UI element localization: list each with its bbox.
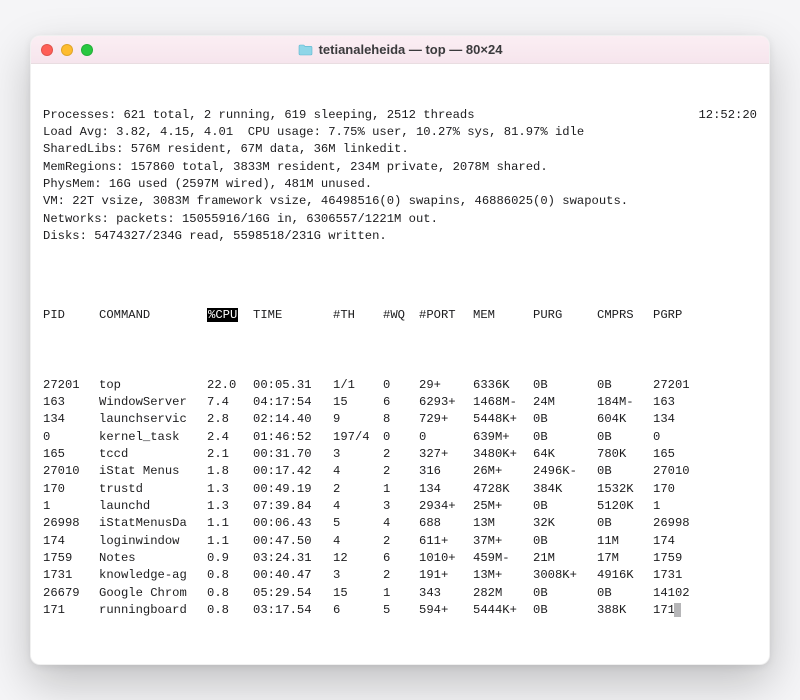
col-command: COMMAND bbox=[99, 307, 207, 324]
window-title-text: tetianaleheida — top — 80×24 bbox=[319, 42, 503, 57]
table-row: 171runningboard0.803:17.5465594+5444K+0B… bbox=[43, 602, 757, 619]
maximize-button[interactable] bbox=[81, 44, 93, 56]
table-header: PID COMMAND %CPU TIME #TH #WQ #PORT MEM … bbox=[43, 307, 757, 324]
table-row: 174loginwindow1.100:47.5042611+37M+0B11M… bbox=[43, 533, 757, 550]
clock: 12:52:20 bbox=[698, 107, 757, 124]
sort-indicator: %CPU bbox=[207, 308, 238, 322]
summary-line: SharedLibs: 576M resident, 67M data, 36M… bbox=[43, 141, 757, 158]
summary-line: Disks: 5474327/234G read, 5598518/231G w… bbox=[43, 228, 757, 245]
table-row: 1731knowledge-ag0.800:40.4732191+13M+300… bbox=[43, 567, 757, 584]
process-table: 27201top22.000:05.311/1029+6336K0B0B2720… bbox=[43, 377, 757, 620]
col-cpu: %CPU bbox=[207, 307, 253, 324]
window-title: tetianaleheida — top — 80×24 bbox=[31, 42, 769, 57]
summary-line: MemRegions: 157860 total, 3833M resident… bbox=[43, 159, 757, 176]
col-mem: MEM bbox=[473, 307, 533, 324]
minimize-button[interactable] bbox=[61, 44, 73, 56]
table-row: 27201top22.000:05.311/1029+6336K0B0B2720… bbox=[43, 377, 757, 394]
col-pid: PID bbox=[43, 307, 99, 324]
table-row: 26998iStatMenusDa1.100:06.435468813M32K0… bbox=[43, 515, 757, 532]
table-row: 1759Notes0.903:24.311261010+459M-21M17M1… bbox=[43, 550, 757, 567]
col-time: TIME bbox=[253, 307, 333, 324]
col-purg: PURG bbox=[533, 307, 597, 324]
summary-line: Processes: 621 total, 2 running, 619 sle… bbox=[43, 107, 757, 124]
col-th: #TH bbox=[333, 307, 383, 324]
terminal-window: tetianaleheida — top — 80×24 Processes: … bbox=[30, 35, 770, 665]
close-button[interactable] bbox=[41, 44, 53, 56]
table-row: 1launchd1.307:39.84432934+25M+0B5120K1 bbox=[43, 498, 757, 515]
summary-line: Load Avg: 3.82, 4.15, 4.01 CPU usage: 7.… bbox=[43, 124, 757, 141]
terminal-cursor bbox=[674, 603, 681, 617]
titlebar[interactable]: tetianaleheida — top — 80×24 bbox=[31, 36, 769, 64]
col-cmprs: CMPRS bbox=[597, 307, 653, 324]
terminal-content[interactable]: Processes: 621 total, 2 running, 619 sle… bbox=[31, 64, 769, 664]
summary-line: VM: 22T vsize, 3083M framework vsize, 46… bbox=[43, 193, 757, 210]
table-row: 0kernel_task2.401:46:52197/400639M+0B0B0 bbox=[43, 429, 757, 446]
col-wq: #WQ bbox=[383, 307, 419, 324]
top-summary: Processes: 621 total, 2 running, 619 sle… bbox=[43, 107, 757, 246]
col-port: #PORT bbox=[419, 307, 473, 324]
table-row: 26679Google Chrom0.805:29.54151343282M0B… bbox=[43, 585, 757, 602]
table-row: 134launchservic2.802:14.4098729+5448K+0B… bbox=[43, 411, 757, 428]
table-row: 163WindowServer7.404:17:541566293+1468M-… bbox=[43, 394, 757, 411]
summary-line: PhysMem: 16G used (2597M wired), 481M un… bbox=[43, 176, 757, 193]
traffic-lights bbox=[41, 44, 93, 56]
folder-icon bbox=[298, 44, 313, 56]
table-row: 165tccd2.100:31.7032327+3480K+64K780K165 bbox=[43, 446, 757, 463]
table-row: 170trustd1.300:49.19211344728K384K1532K1… bbox=[43, 481, 757, 498]
col-pgrp: PGRP bbox=[653, 307, 705, 324]
table-row: 27010iStat Menus1.800:17.424231626M+2496… bbox=[43, 463, 757, 480]
summary-line: Networks: packets: 15055916/16G in, 6306… bbox=[43, 211, 757, 228]
